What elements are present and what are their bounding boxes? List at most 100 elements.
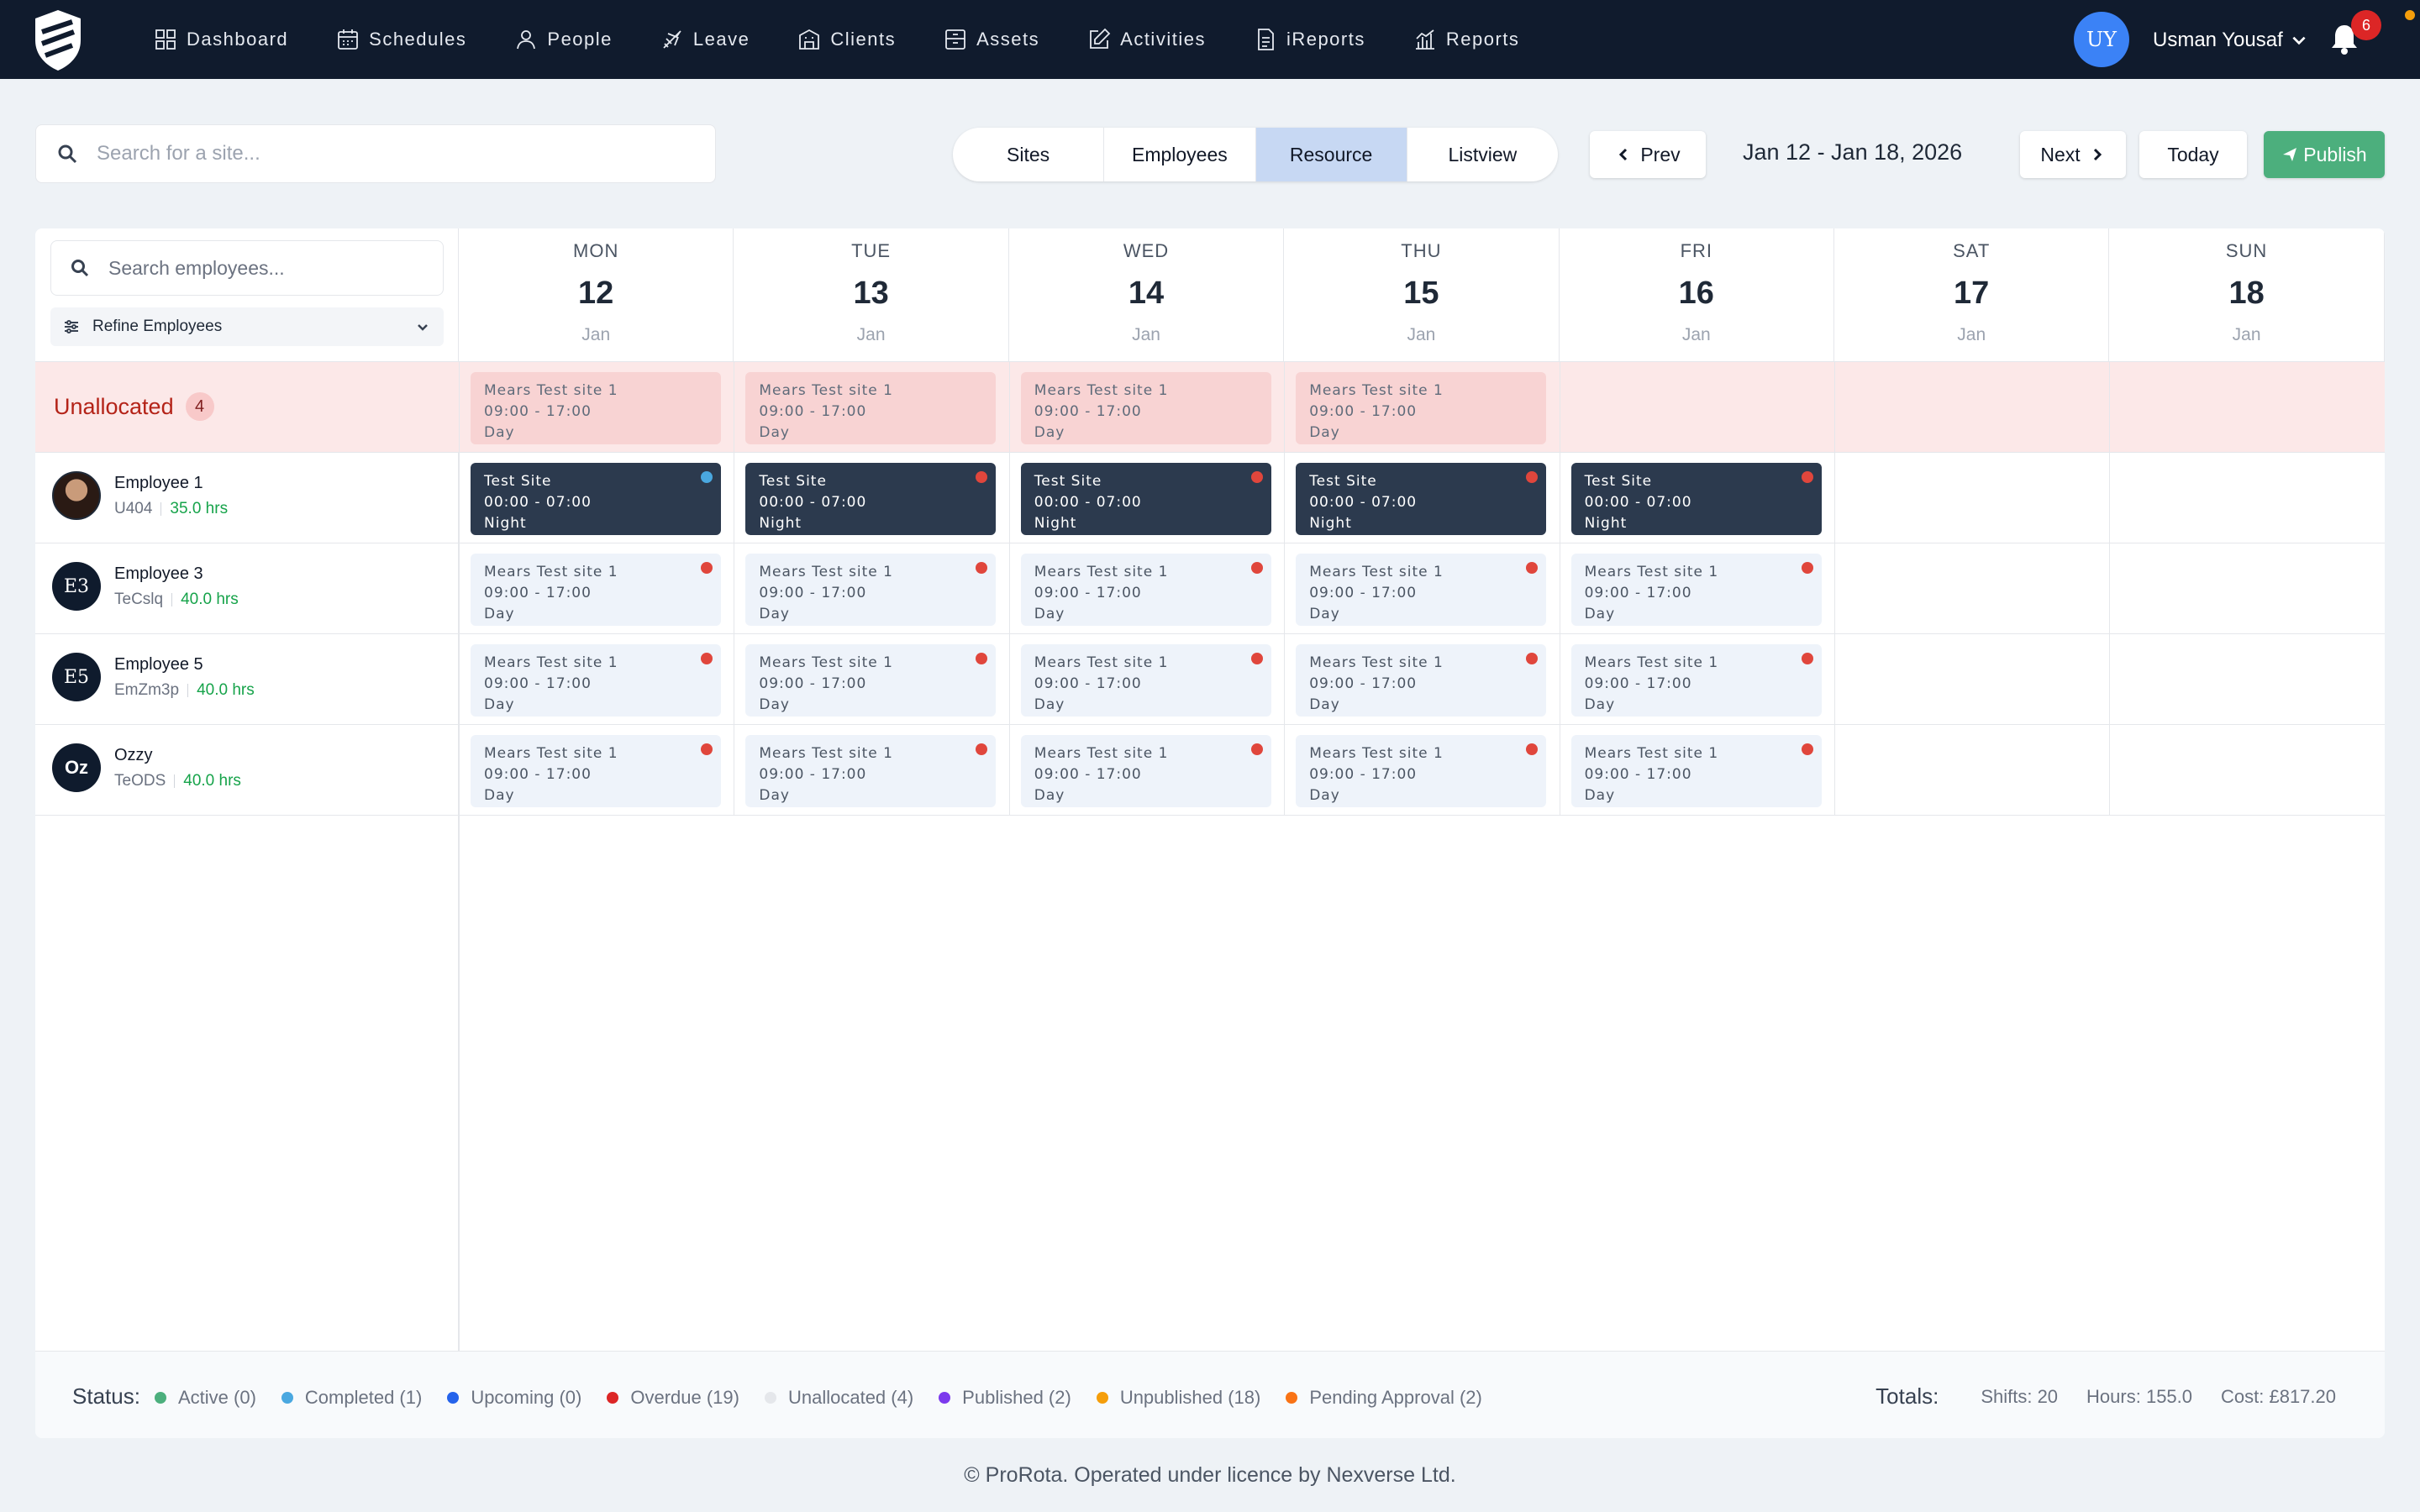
- employee-avatar: Oz: [52, 743, 101, 792]
- employee-info[interactable]: Oz Ozzy TeODS 40.0 hrs: [52, 743, 241, 792]
- cell-divider: [459, 815, 460, 1351]
- nav-item-label: Clients: [830, 29, 897, 50]
- publish-button[interactable]: Publish: [2264, 131, 2385, 178]
- shift-card[interactable]: Mears Test site 1 09:00 - 17:00 Day: [1296, 735, 1547, 807]
- shift-card[interactable]: Mears Test site 1 09:00 - 17:00 Day: [1296, 372, 1547, 444]
- prev-button[interactable]: Prev: [1590, 131, 1706, 178]
- divider: [174, 774, 176, 788]
- nav-item-leave[interactable]: Leave: [660, 0, 750, 79]
- nav-item-label: Leave: [692, 29, 750, 50]
- day-month: Jan: [2232, 325, 2261, 344]
- shift-card[interactable]: Mears Test site 1 09:00 - 17:00 Day: [745, 554, 997, 626]
- tab-employees[interactable]: Employees: [1104, 128, 1256, 181]
- shift-card[interactable]: Mears Test site 1 09:00 - 17:00 Day: [1020, 554, 1271, 626]
- cell-divider: [1834, 725, 1835, 816]
- shift-card[interactable]: Test Site 00:00 - 07:00 Night: [471, 463, 721, 535]
- cell-divider: [1284, 362, 1286, 453]
- nav-item-schedules[interactable]: Schedules: [335, 0, 466, 79]
- shift-site: Mears Test site 1: [1309, 564, 1444, 580]
- day-header-wed: WED 14 Jan: [1008, 228, 1285, 361]
- shift-site: Mears Test site 1: [1034, 564, 1169, 580]
- shift-card[interactable]: Mears Test site 1 09:00 - 17:00 Day: [745, 735, 997, 807]
- shift-card[interactable]: Mears Test site 1 09:00 - 17:00 Day: [471, 554, 721, 626]
- next-button[interactable]: Next: [2020, 131, 2126, 178]
- cell-divider: [2109, 543, 2111, 634]
- day-name: SUN: [2225, 240, 2268, 261]
- nav-item-activities[interactable]: Activities: [1086, 0, 1206, 79]
- cell-divider: [1834, 453, 1835, 543]
- user-menu[interactable]: Usman Yousaf: [2153, 29, 2308, 52]
- divider: [187, 683, 189, 697]
- site-search-input[interactable]: [97, 142, 668, 165]
- shift-type: Day: [1034, 424, 1065, 441]
- shift-card[interactable]: Test Site 00:00 - 07:00 Night: [1570, 463, 1822, 535]
- shift-time: 09:00 - 17:00: [1034, 766, 1142, 783]
- employee-name: Employee 5: [114, 654, 203, 674]
- shift-status-dot: [1250, 471, 1263, 483]
- shift-card[interactable]: Mears Test site 1 09:00 - 17:00 Day: [1296, 644, 1547, 717]
- legend-item: Completed (1): [281, 1387, 422, 1409]
- nav-item-ireports[interactable]: iReports: [1253, 0, 1365, 79]
- user-avatar[interactable]: UY: [2074, 12, 2129, 67]
- cell-divider: [1284, 725, 1286, 816]
- employee-info[interactable]: E3 Employee 3 TeCslq 40.0 hrs: [52, 562, 239, 611]
- refine-employees-dropdown[interactable]: Refine Employees: [50, 307, 444, 346]
- box-icon: [945, 29, 966, 50]
- cell-divider: [2109, 362, 2111, 453]
- tab-resource[interactable]: Resource: [1255, 128, 1407, 181]
- nav-item-clients[interactable]: Clients: [797, 0, 896, 79]
- status-dot: [2405, 10, 2415, 20]
- legend-item: Upcoming (0): [447, 1387, 581, 1409]
- employee-info[interactable]: Employee 1 U404 35.0 hrs: [52, 471, 228, 520]
- shift-card[interactable]: Mears Test site 1 09:00 - 17:00 Day: [471, 735, 721, 807]
- shift-status-dot: [1801, 743, 1813, 755]
- cell-divider: [2109, 453, 2111, 543]
- tab-listview[interactable]: Listview: [1407, 128, 1558, 181]
- nav-item-reports[interactable]: Reports: [1413, 0, 1520, 79]
- shift-card[interactable]: Test Site 00:00 - 07:00 Night: [1296, 463, 1547, 535]
- shift-card[interactable]: Mears Test site 1 09:00 - 17:00 Day: [471, 372, 721, 444]
- shift-card[interactable]: Mears Test site 1 09:00 - 17:00 Day: [1296, 554, 1547, 626]
- nav-item-people[interactable]: People: [513, 0, 613, 79]
- nav-item-dashboard[interactable]: Dashboard: [153, 0, 288, 79]
- cell-divider: [459, 362, 460, 453]
- shift-card[interactable]: Mears Test site 1 09:00 - 17:00 Day: [745, 372, 997, 444]
- shift-card[interactable]: Test Site 00:00 - 07:00 Night: [1020, 463, 1271, 535]
- employee-info[interactable]: E5 Employee 5 EmZm3p 40.0 hrs: [52, 653, 255, 701]
- shift-card[interactable]: Mears Test site 1 09:00 - 17:00 Day: [1020, 644, 1271, 717]
- shift-card[interactable]: Mears Test site 1 09:00 - 17:00 Day: [745, 644, 997, 717]
- shift-card[interactable]: Mears Test site 1 09:00 - 17:00 Day: [1020, 735, 1271, 807]
- shift-card[interactable]: Mears Test site 1 09:00 - 17:00 Day: [1570, 735, 1822, 807]
- shift-card[interactable]: Mears Test site 1 09:00 - 17:00 Day: [471, 644, 721, 717]
- legend-dot: [1286, 1392, 1298, 1404]
- tab-sites[interactable]: Sites: [953, 128, 1105, 181]
- legend-label: Completed (1): [304, 1387, 423, 1408]
- nav-item-label: People: [547, 29, 613, 50]
- today-button[interactable]: Today: [2139, 131, 2247, 178]
- shift-time: 09:00 - 17:00: [1034, 585, 1142, 601]
- day-header-sun: SUN 18 Jan: [2109, 228, 2385, 361]
- filter-icon: [65, 320, 78, 333]
- shift-card[interactable]: Mears Test site 1 09:00 - 17:00 Day: [1570, 554, 1822, 626]
- shift-type: Day: [484, 424, 515, 441]
- chevron-right-icon: [2093, 148, 2102, 161]
- shift-type: Day: [1309, 787, 1340, 804]
- shift-time: 09:00 - 17:00: [759, 585, 867, 601]
- employee-search-input[interactable]: [108, 256, 428, 280]
- day-date: 13: [853, 276, 889, 311]
- search-icon: [58, 144, 77, 164]
- shift-card[interactable]: Mears Test site 1 09:00 - 17:00 Day: [1570, 644, 1822, 717]
- shift-card[interactable]: Test Site 00:00 - 07:00 Night: [745, 463, 997, 535]
- shift-card[interactable]: Mears Test site 1 09:00 - 17:00 Day: [1020, 372, 1271, 444]
- shift-site: Mears Test site 1: [484, 654, 618, 671]
- nav-item-assets[interactable]: Assets: [943, 0, 1039, 79]
- shift-site: Test Site: [1034, 473, 1102, 490]
- legend-label: Published (2): [962, 1387, 1071, 1408]
- day-month: Jan: [1957, 325, 1986, 344]
- cell-divider: [1008, 362, 1010, 453]
- shift-time: 09:00 - 17:00: [484, 766, 592, 783]
- day-month: Jan: [1407, 325, 1436, 344]
- employee-hours: 35.0 hrs: [170, 499, 229, 517]
- day-header-thu: THU 15 Jan: [1284, 228, 1560, 361]
- logo-icon[interactable]: [30, 7, 86, 72]
